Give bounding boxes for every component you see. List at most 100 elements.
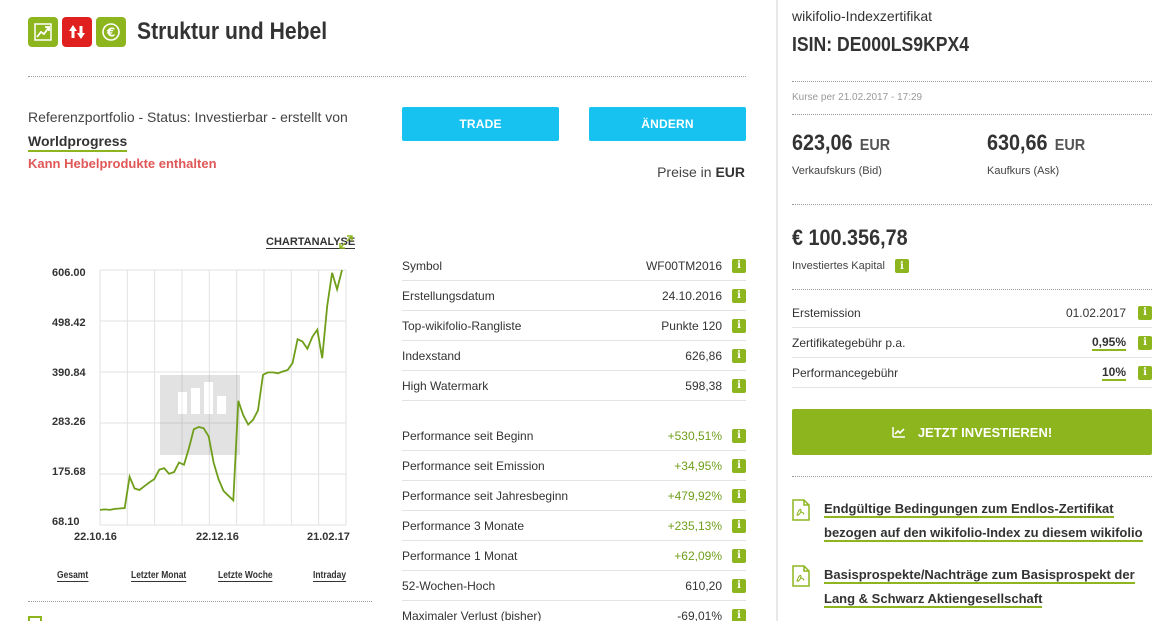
bid-price: 623,06 EUR bbox=[792, 130, 891, 155]
y-tick-label: 606.00 bbox=[52, 267, 86, 279]
divider bbox=[792, 289, 1152, 290]
leverage-note: Kann Hebelprodukte enthalten bbox=[28, 156, 217, 171]
doc-final-terms[interactable]: Endgültige Bedingungen zum Endlos-Zertif… bbox=[792, 497, 1154, 545]
table-row: Performance seit Emission +34,95% i bbox=[402, 451, 746, 481]
row-value: +235,13% bbox=[667, 518, 722, 533]
info-icon[interactable]: i bbox=[732, 348, 746, 363]
info-icon[interactable]: i bbox=[1138, 335, 1152, 350]
row-label: Indexstand bbox=[402, 348, 461, 363]
row-value: 598,38 bbox=[685, 378, 722, 393]
table-row: Zertifikategebühr p.a. 0,95% i bbox=[792, 328, 1152, 358]
invested-label: Investiertes Kapital i bbox=[792, 259, 909, 273]
row-label: Performancegebühr bbox=[792, 365, 899, 380]
row-value[interactable]: 10% bbox=[1101, 365, 1126, 381]
trend-up-icon bbox=[28, 17, 58, 47]
info-icon[interactable]: i bbox=[732, 378, 746, 393]
bid-label: Verkaufskurs (Bid) bbox=[792, 165, 882, 177]
y-tick-label: 498.42 bbox=[52, 317, 86, 329]
row-value[interactable]: 0,95% bbox=[1091, 335, 1126, 351]
x-tick-label: 22.12.16 bbox=[196, 531, 239, 543]
doc-base-prospectus[interactable]: Basisprospekte/Nachträge zum Basisprospe… bbox=[792, 563, 1154, 611]
trade-button[interactable]: TRADE bbox=[402, 107, 559, 141]
info-icon[interactable]: i bbox=[732, 608, 746, 621]
table-row: High Watermark 598,38 i bbox=[402, 371, 746, 401]
divider bbox=[28, 76, 746, 77]
page-title: Struktur und Hebel bbox=[137, 18, 328, 45]
divider bbox=[792, 114, 1152, 115]
row-label: Symbol bbox=[402, 258, 443, 273]
table-row: Erstemission 01.02.2017 i bbox=[792, 298, 1152, 328]
expand-icon[interactable] bbox=[339, 235, 353, 249]
row-value: 24.10.2016 bbox=[661, 288, 722, 303]
row-label: Zertifikategebühr p.a. bbox=[792, 335, 906, 350]
ask-price: 630,66 EUR bbox=[987, 130, 1086, 155]
info-icon[interactable]: i bbox=[894, 259, 909, 273]
invested-capital: € 100.356,78 bbox=[792, 225, 908, 250]
info-icon[interactable]: i bbox=[732, 488, 746, 503]
range-letzte-woche[interactable]: Letzte Woche bbox=[218, 570, 273, 582]
y-tick-label: 390.84 bbox=[52, 367, 86, 379]
panel-separator bbox=[776, 0, 778, 621]
divider bbox=[792, 204, 1152, 205]
row-value: 610,20 bbox=[685, 578, 722, 593]
info-icon[interactable]: i bbox=[732, 518, 746, 533]
isin: ISIN: DE000LS9KPX4 bbox=[792, 34, 970, 56]
performance-chart[interactable] bbox=[99, 269, 347, 526]
row-label: Performance seit Emission bbox=[402, 458, 545, 473]
row-label: 52-Wochen-Hoch bbox=[402, 578, 496, 593]
row-label: Performance seit Beginn bbox=[402, 428, 534, 443]
quote-timestamp: Kurse per 21.02.2017 - 17:29 bbox=[792, 92, 923, 103]
table-row: Performance seit Beginn +530,51% i bbox=[402, 421, 746, 451]
row-label: Performance seit Jahresbeginn bbox=[402, 488, 569, 503]
prices-currency: Preise in EUR bbox=[657, 164, 745, 180]
info-icon[interactable]: i bbox=[732, 288, 746, 303]
table-row: Performance 1 Monat +62,09% i bbox=[402, 541, 746, 571]
info-icon[interactable]: i bbox=[732, 258, 746, 273]
row-value: +34,95% bbox=[674, 458, 722, 473]
pdf-icon bbox=[792, 565, 810, 587]
certificate-type: wikifolio-Indexzertifikat bbox=[792, 8, 933, 24]
table-row: 52-Wochen-Hoch 610,20 i bbox=[402, 571, 746, 601]
row-value: Punkte 120 bbox=[661, 318, 722, 333]
doc-link-text[interactable]: Basisprospekte/Nachträge zum Basisprospe… bbox=[824, 567, 1135, 608]
x-tick-label: 22.10.16 bbox=[74, 531, 117, 543]
invest-now-button[interactable]: JETZT INVESTIEREN! bbox=[792, 409, 1152, 455]
pdf-icon bbox=[792, 499, 810, 521]
info-icon[interactable]: i bbox=[732, 428, 746, 443]
table-row: Performancegebühr 10% i bbox=[792, 358, 1152, 388]
row-value: 626,86 bbox=[685, 348, 722, 363]
row-label: Maximaler Verlust (bisher) bbox=[402, 608, 542, 621]
y-tick-label: 68.10 bbox=[52, 516, 80, 528]
table-row: Symbol WF00TM2016 i bbox=[402, 251, 746, 281]
info-icon[interactable]: i bbox=[732, 578, 746, 593]
info-icon[interactable]: i bbox=[732, 318, 746, 333]
row-value: WF00TM2016 bbox=[645, 258, 722, 273]
row-value: -69,01% bbox=[677, 608, 722, 621]
info-icon[interactable]: i bbox=[1138, 305, 1152, 320]
row-label: Performance 1 Monat bbox=[402, 548, 518, 563]
row-label: Erstemission bbox=[792, 305, 861, 320]
row-value: 01.02.2017 bbox=[1065, 305, 1126, 320]
doc-link-text[interactable]: Endgültige Bedingungen zum Endlos-Zertif… bbox=[824, 501, 1143, 542]
divider bbox=[792, 476, 1152, 477]
table-row: Performance 3 Monate +235,13% i bbox=[402, 511, 746, 541]
info-icon[interactable]: i bbox=[1138, 365, 1152, 380]
row-value: +479,92% bbox=[667, 488, 722, 503]
range-gesamt[interactable]: Gesamt bbox=[57, 570, 89, 582]
table-row: Erstellungsdatum 24.10.2016 i bbox=[402, 281, 746, 311]
info-icon[interactable]: i bbox=[732, 458, 746, 473]
trend-up-icon bbox=[892, 427, 905, 438]
table-row: Performance seit Jahresbeginn +479,92% i bbox=[402, 481, 746, 511]
divider bbox=[28, 601, 372, 602]
svg-text:€: € bbox=[106, 26, 115, 40]
range-intraday[interactable]: Intraday bbox=[313, 570, 347, 582]
section-icon bbox=[28, 616, 42, 621]
ask-label: Kaufkurs (Ask) bbox=[987, 165, 1060, 177]
table-row: Top-wikifolio-Rangliste Punkte 120 i bbox=[402, 311, 746, 341]
author-link[interactable]: Worldprogress bbox=[28, 133, 128, 152]
watermark-logo bbox=[160, 375, 240, 455]
row-value: +530,51% bbox=[667, 428, 722, 443]
range-letzter-monat[interactable]: Letzter Monat bbox=[131, 570, 187, 582]
change-button[interactable]: ÄNDERN bbox=[589, 107, 746, 141]
info-icon[interactable]: i bbox=[732, 548, 746, 563]
